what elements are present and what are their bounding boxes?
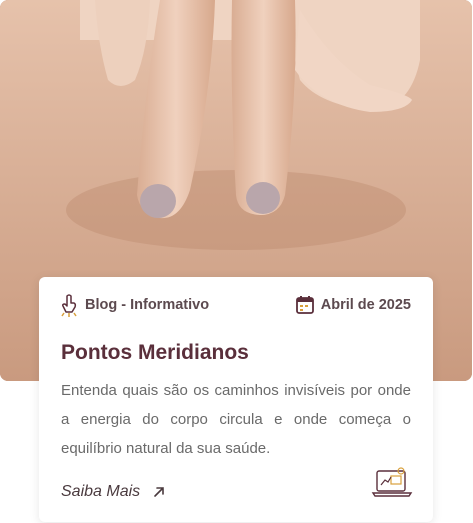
category-label: Blog - Informativo: [85, 297, 210, 313]
card-title: Pontos Meridianos: [61, 341, 249, 364]
blog-card: Blog - Informativo Abril de 2025 Pontos …: [39, 277, 433, 522]
saiba-mais-link[interactable]: Saiba Mais: [61, 483, 166, 501]
date-label: Abril de 2025: [320, 297, 411, 313]
laptop-chart-icon: [371, 467, 413, 497]
arrow-up-right-icon: [154, 487, 164, 497]
card-meta: Blog - Informativo Abril de 2025: [59, 293, 411, 317]
touch-icon: [61, 294, 77, 317]
category: Blog - Informativo: [59, 293, 209, 317]
calendar-icon: [295, 296, 314, 314]
card-description: Entenda quais são os caminhos invisíveis…: [61, 382, 411, 457]
saiba-mais-label: Saiba Mais: [61, 483, 141, 500]
date: Abril de 2025: [295, 295, 411, 315]
